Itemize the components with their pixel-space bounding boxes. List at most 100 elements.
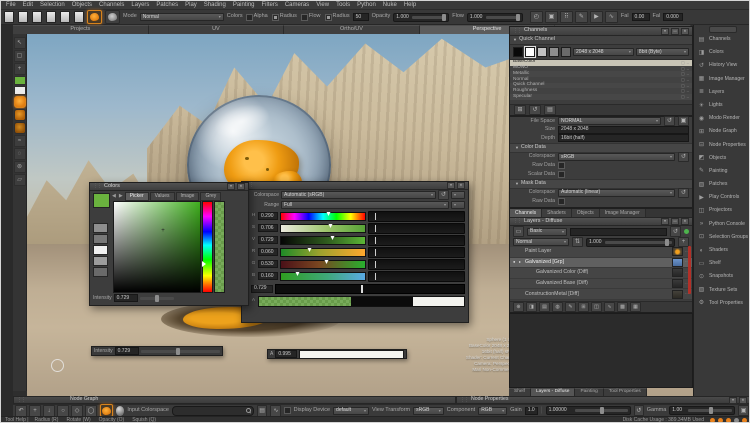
- channel-value-field[interactable]: 0.729: [258, 236, 278, 244]
- menu-play[interactable]: Play: [185, 2, 197, 8]
- status-indicator-icon[interactable]: [710, 418, 715, 423]
- select-tool[interactable]: ↖: [14, 37, 26, 49]
- export-icon[interactable]: [60, 11, 70, 23]
- channel-gradient-slider[interactable]: [280, 272, 366, 281]
- procedural-layer-icon[interactable]: ∿: [604, 302, 615, 312]
- slider-marker[interactable]: [307, 248, 311, 252]
- channel-lock-icon[interactable]: ▢: [681, 61, 685, 65]
- slider-handle[interactable]: [516, 14, 520, 21]
- reset-colorspace-icon[interactable]: ↺: [438, 190, 449, 200]
- value-track[interactable]: [275, 284, 465, 294]
- channel-depth-dropdown[interactable]: 8bit (Byte)▾: [636, 48, 689, 56]
- layer-galvanized-color[interactable]: Galvanized Color (Diff) ⋯: [510, 268, 692, 279]
- menu-edit[interactable]: Edit: [23, 2, 33, 8]
- add-group-icon[interactable]: ▤: [539, 302, 550, 312]
- vector-paint-tool[interactable]: [14, 122, 26, 134]
- opacity-slider[interactable]: 1.000: [393, 13, 449, 22]
- new-project-icon[interactable]: [4, 11, 14, 23]
- dock-tab-shelf[interactable]: Shelf: [509, 388, 531, 396]
- refresh-icon[interactable]: ↺: [670, 226, 681, 237]
- channel-swatch[interactable]: [513, 47, 523, 57]
- gain-slider[interactable]: 1.00000: [546, 406, 631, 415]
- values-tab[interactable]: Values: [150, 192, 175, 201]
- palette-projectors[interactable]: ◫ Projectors: [694, 204, 750, 217]
- radius-link-checkbox[interactable]: Radius: [325, 14, 350, 21]
- close-icon[interactable]: ✕: [681, 28, 689, 35]
- channel-value-field[interactable]: 0.290: [258, 212, 278, 220]
- dock-tab-tool-properties[interactable]: Tool Properties: [604, 388, 647, 396]
- snapshot-icon[interactable]: ▤: [257, 405, 268, 417]
- layers-scrollbar[interactable]: [688, 246, 691, 294]
- float-icon[interactable]: ▭: [671, 28, 679, 35]
- range-extra-dropdown[interactable]: ▾: [451, 201, 465, 209]
- channel-gradient-slider[interactable]: [280, 260, 366, 269]
- menu-layers[interactable]: Layers: [131, 2, 149, 8]
- reset-icon[interactable]: ↺: [678, 152, 689, 162]
- mask-raw-checkbox[interactable]: [558, 198, 565, 205]
- mask-colorspace-dropdown[interactable]: Automatic (linear)▾: [558, 189, 675, 197]
- file-space-dropdown[interactable]: NORMAL▾: [558, 117, 661, 125]
- palette-channels[interactable]: ▤ Channels: [694, 33, 750, 46]
- range-dropdown[interactable]: Full▾: [281, 201, 449, 209]
- layer-filter-dropdown[interactable]: Basic▾: [527, 228, 567, 236]
- layer-thumbnail[interactable]: [672, 279, 683, 288]
- diamond-brush-icon[interactable]: ◇: [71, 405, 83, 417]
- minimize-icon[interactable]: ▾: [447, 182, 455, 189]
- menu-cameras[interactable]: Cameras: [285, 2, 309, 8]
- menu-selection[interactable]: Selection: [40, 2, 65, 8]
- projection-icon[interactable]: ▣: [545, 11, 558, 23]
- slider-marker[interactable]: [326, 212, 330, 216]
- channel-menu-icon[interactable]: –: [687, 84, 689, 88]
- channel-value-field[interactable]: 0.706: [258, 224, 278, 232]
- channel-swatch[interactable]: [561, 47, 571, 57]
- duplicate-layer-icon[interactable]: ◫: [591, 302, 602, 312]
- add-mask-icon[interactable]: ◍: [552, 302, 563, 312]
- channels-titlebar[interactable]: ⋮⋮ Channels ▾▭✕: [510, 27, 692, 36]
- menu-patches[interactable]: Patches: [156, 2, 178, 8]
- channel-value-field[interactable]: 0.530: [258, 260, 278, 268]
- palette-tool-properties[interactable]: ⚙ Tool Properties: [694, 297, 750, 310]
- dock-tab-layers[interactable]: Layers - Diffuse: [531, 388, 576, 396]
- channel-lock-icon[interactable]: ▢: [681, 95, 685, 99]
- layer-thumbnail[interactable]: [672, 290, 683, 299]
- add-channel-icon[interactable]: ⊞: [514, 105, 526, 115]
- palette-texture-sets[interactable]: ▨ Texture Sets: [694, 284, 750, 297]
- add-layer-icon[interactable]: ⊕: [513, 302, 524, 312]
- palette-colors[interactable]: ◨ Colors: [694, 46, 750, 59]
- slider-marker[interactable]: [295, 272, 299, 276]
- tab-projects[interactable]: Projects: [13, 25, 149, 34]
- close-icon[interactable]: ✕: [739, 397, 747, 404]
- remove-layer-icon[interactable]: ▦: [630, 302, 641, 312]
- palette-node-properties[interactable]: ⊟ Node Properties: [694, 139, 750, 152]
- tab-ortho-uv[interactable]: Ortho/UV: [284, 25, 420, 34]
- channel-menu-icon[interactable]: –: [687, 95, 689, 99]
- colorspace-dropdown[interactable]: Automatic (sRGB)▾: [281, 191, 436, 199]
- palette-snapshots[interactable]: ⊙ Snapshots: [694, 270, 750, 283]
- status-indicator-icon[interactable]: [742, 418, 747, 423]
- layers-tab-channels[interactable]: Channels: [510, 209, 542, 217]
- close-icon[interactable]: ✕: [681, 218, 689, 225]
- undo-icon[interactable]: ↶: [15, 405, 27, 417]
- history-swatch[interactable]: [93, 223, 108, 233]
- palette-objects[interactable]: ◩ Objects: [694, 152, 750, 165]
- falloff-curve-icon[interactable]: ∿: [605, 11, 618, 23]
- layers-tab-image-manager[interactable]: Image Manager: [600, 209, 646, 217]
- paint-tool[interactable]: [14, 96, 26, 108]
- palette-shaders[interactable]: ◐ Shaders: [694, 244, 750, 257]
- layers-tab-shaders[interactable]: Shaders: [542, 209, 572, 217]
- layer-thumbnail[interactable]: [672, 268, 683, 277]
- cache-layer-icon[interactable]: ▩: [617, 302, 628, 312]
- palette-patches[interactable]: ▧ Patches: [694, 178, 750, 191]
- component-dropdown[interactable]: RGB▾: [478, 407, 507, 415]
- alpha-strip[interactable]: [214, 201, 225, 293]
- layer-search-field[interactable]: [570, 228, 667, 236]
- scalar-data-checkbox[interactable]: [558, 171, 565, 178]
- move-icon[interactable]: +: [29, 405, 41, 417]
- drop-paint-icon[interactable]: ↓: [43, 405, 55, 417]
- node-properties-header[interactable]: ⋮⋮ Node Properties ▾✕: [456, 396, 750, 404]
- tab-nav-right-icon[interactable]: ▶: [118, 194, 124, 199]
- float-icon[interactable]: ▭: [671, 218, 679, 225]
- merge-layers-icon[interactable]: ⊞: [578, 302, 589, 312]
- channel-menu-icon[interactable]: –: [687, 67, 689, 71]
- view-options-icon[interactable]: ▣: [738, 405, 749, 416]
